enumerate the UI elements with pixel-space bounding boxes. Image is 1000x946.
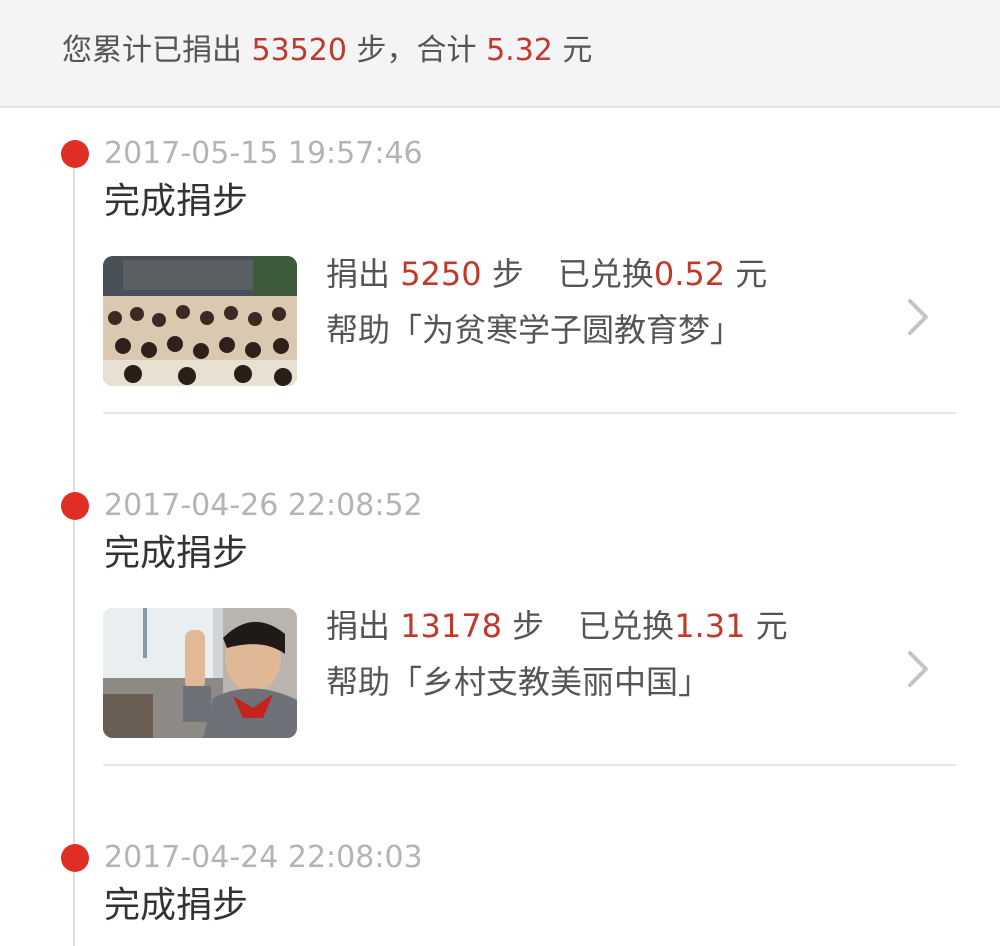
summary-banner: 您累计已捐出 53520 步，合计 5.32 元 — [0, 0, 1000, 108]
chevron-right-icon — [908, 651, 928, 687]
timeline-dot-icon — [61, 140, 89, 168]
summary-steps-unit: 步，合计 — [356, 33, 477, 68]
steps-line: 捐出 13178 步已兑换1.31 元 — [326, 603, 788, 649]
help-project: 帮助「乡村支教美丽中国」 — [326, 663, 711, 701]
total-amount: 5.32 — [486, 33, 553, 68]
help-project: 帮助「为贫寒学子圆教育梦」 — [326, 311, 743, 349]
project-thumbnail — [103, 608, 297, 738]
amount-value: 0.52 — [653, 255, 726, 293]
timeline-dot-icon — [61, 492, 89, 520]
record-action: 完成捐步 — [104, 885, 249, 926]
record-time: 2017-05-15 19:57:46 — [104, 136, 423, 171]
record-time: 2017-04-24 22:08:03 — [104, 840, 423, 875]
steps-value: 13178 — [400, 607, 502, 645]
record-divider — [103, 412, 956, 414]
steps-unit: 步 — [512, 607, 545, 645]
exchanged-label: 已兑换 — [578, 607, 675, 645]
amount-unit: 元 — [735, 255, 768, 293]
steps-line: 捐出 5250 步已兑换0.52 元 — [326, 251, 767, 297]
project-card[interactable]: 捐出 13178 步已兑换1.31 元 帮助「乡村支教美丽中国」 — [0, 595, 1000, 755]
summary-text: 您累计已捐出 53520 步，合计 5.32 元 — [62, 29, 592, 73]
record-action: 完成捐步 — [104, 181, 249, 222]
record-action: 完成捐步 — [104, 533, 249, 574]
project-thumbnail — [103, 256, 297, 386]
chevron-right-icon — [908, 299, 928, 335]
timeline-dot-icon — [61, 844, 89, 872]
steps-unit: 步 — [491, 255, 524, 293]
steps-label: 捐出 — [326, 607, 391, 645]
steps-value: 5250 — [400, 255, 482, 293]
record-divider — [103, 764, 956, 766]
amount-unit: 元 — [755, 607, 788, 645]
total-steps: 53520 — [251, 33, 347, 68]
steps-label: 捐出 — [326, 255, 391, 293]
summary-amount-unit: 元 — [562, 33, 593, 68]
project-card[interactable]: 捐出 5250 步已兑换0.52 元 帮助「为贫寒学子圆教育梦」 — [0, 243, 1000, 403]
exchanged-label: 已兑换 — [557, 255, 654, 293]
amount-value: 1.31 — [674, 607, 746, 645]
summary-prefix: 您累计已捐出 — [62, 33, 242, 68]
record-time: 2017-04-26 22:08:52 — [104, 488, 423, 523]
